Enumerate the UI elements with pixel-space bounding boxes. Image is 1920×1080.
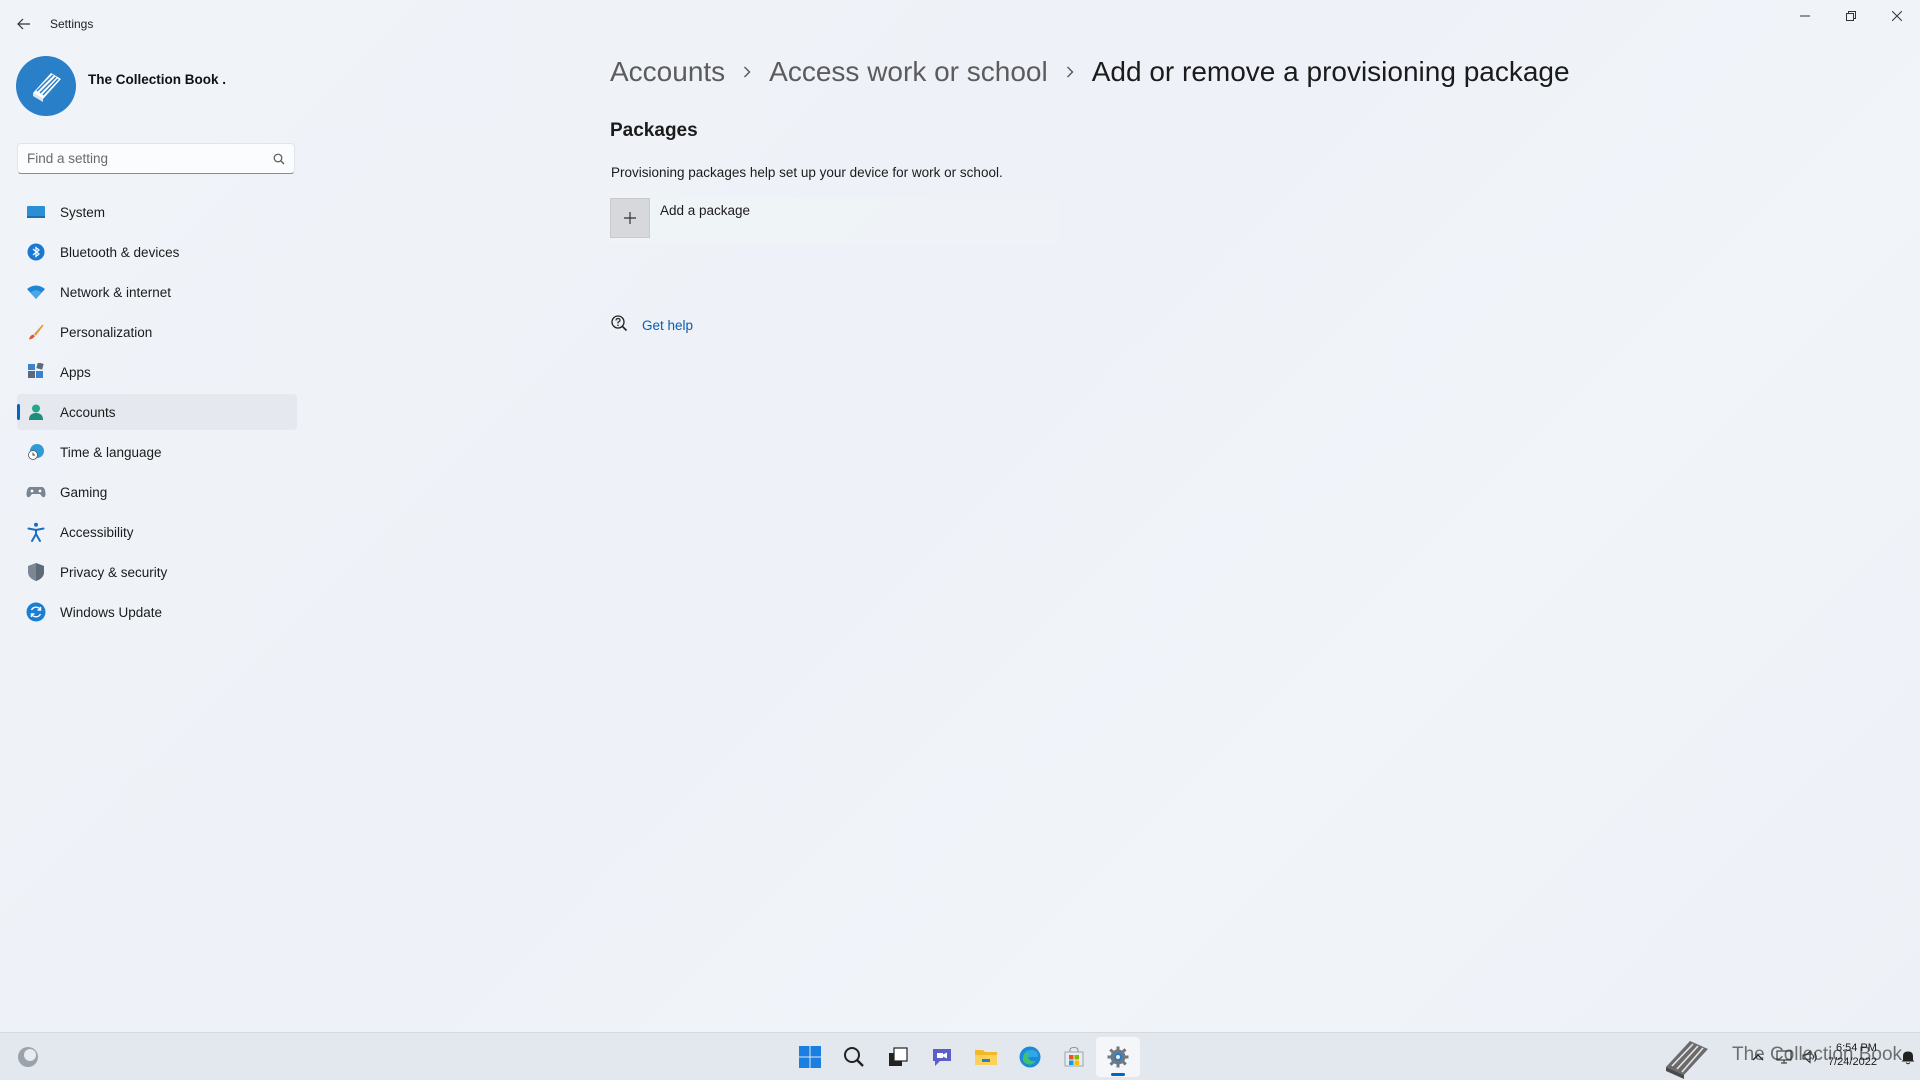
gamepad-icon (25, 481, 47, 503)
sidebar-item-system[interactable]: System (17, 194, 297, 230)
minimize-icon (1800, 15, 1810, 17)
minimize-button[interactable] (1782, 0, 1828, 32)
taskbar-search-button[interactable] (832, 1037, 876, 1077)
system-tray: The Collection Book 6:54 PM 7/24/2022 (1660, 1033, 1920, 1080)
sidebar-item-network[interactable]: Network & internet (17, 274, 297, 310)
settings-app-button[interactable] (1096, 1037, 1140, 1077)
get-help-label: Get help (642, 318, 694, 333)
breadcrumb-access-work-school[interactable]: Access work or school (769, 56, 1048, 88)
page-title: Add or remove a provisioning package (1091, 56, 1570, 87)
tray-icons (1750, 1049, 1818, 1065)
chat-button[interactable] (920, 1037, 964, 1077)
settings-window: Settings The Collection Book . Find a se… (0, 0, 1920, 1032)
gear-icon (1107, 1046, 1129, 1068)
breadcrumb: Accounts Access work or school Add or re… (610, 56, 1570, 88)
accounts-icon (25, 401, 47, 423)
search-input[interactable] (18, 144, 264, 173)
edge-button[interactable] (1008, 1037, 1052, 1077)
back-arrow-icon (17, 18, 30, 30)
volume-icon[interactable] (1802, 1049, 1818, 1065)
windows-logo-icon (799, 1046, 821, 1068)
chevron-right-icon (1066, 66, 1074, 78)
clock[interactable]: 6:54 PM 7/24/2022 (1828, 1041, 1877, 1069)
update-icon (25, 601, 47, 623)
taskbar: The Collection Book 6:54 PM 7/24/2022 (0, 1032, 1920, 1080)
globe-clock-icon (25, 441, 47, 463)
clock-time: 6:54 PM (1835, 1042, 1877, 1054)
widgets-icon[interactable] (16, 1045, 40, 1069)
sidebar-item-privacy[interactable]: Privacy & security (17, 554, 297, 590)
bluetooth-icon (25, 241, 47, 263)
task-view-icon (889, 1047, 908, 1066)
wifi-icon (25, 281, 47, 303)
sidebar-item-accessibility[interactable]: Accessibility (17, 514, 297, 550)
accessibility-icon (25, 521, 47, 543)
book-logo-icon (33, 73, 61, 102)
clock-date: 7/24/2022 (1828, 1056, 1877, 1068)
window-controls (1782, 0, 1920, 32)
network-icon[interactable] (1776, 1049, 1792, 1065)
title-bar: Settings (0, 0, 1920, 48)
search-box (17, 143, 295, 174)
chevron-up-icon[interactable] (1750, 1049, 1766, 1065)
profile-name: The Collection Book . (88, 72, 227, 87)
store-button[interactable] (1052, 1037, 1096, 1077)
folder-icon (975, 1050, 997, 1065)
breadcrumb-accounts[interactable]: Accounts (610, 56, 725, 88)
apps-icon (25, 361, 47, 383)
sidebar-item-gaming[interactable]: Gaming (17, 474, 297, 510)
file-explorer-button[interactable] (964, 1037, 1008, 1077)
brush-icon (25, 321, 47, 343)
add-package-button[interactable]: Add a package (610, 198, 1058, 244)
shield-icon (25, 561, 47, 583)
close-button[interactable] (1874, 0, 1920, 32)
search-icon (844, 1047, 864, 1067)
sidebar-item-time-language[interactable]: Time & language (17, 434, 297, 470)
search-icon[interactable] (264, 153, 294, 165)
close-icon (1892, 11, 1902, 21)
start-button[interactable] (788, 1037, 832, 1077)
get-help-link[interactable]: Get help (610, 314, 693, 337)
system-icon (25, 201, 47, 223)
sidebar-item-accounts[interactable]: Accounts (17, 394, 297, 430)
avatar[interactable] (16, 56, 76, 116)
taskbar-apps (788, 1037, 1140, 1077)
sidebar-item-personalization[interactable]: Personalization (17, 314, 297, 350)
restore-icon (1846, 11, 1856, 21)
add-package-label: Add a package (660, 203, 751, 218)
chevron-right-icon (743, 66, 751, 78)
edge-icon (1019, 1046, 1041, 1068)
sidebar-item-apps[interactable]: Apps (17, 354, 297, 390)
plus-icon (610, 198, 650, 238)
app-title: Settings (50, 17, 94, 31)
book-watermark-icon (1660, 1037, 1714, 1080)
notification-bell-icon[interactable] (1900, 1049, 1916, 1065)
sidebar-item-bluetooth[interactable]: Bluetooth & devices (17, 234, 297, 270)
task-view-button[interactable] (876, 1037, 920, 1077)
packages-description: Provisioning packages help set up your d… (611, 165, 1003, 180)
sidebar-item-windows-update[interactable]: Windows Update (17, 594, 297, 630)
sidebar-nav: System Bluetooth & devices Network & int… (17, 194, 297, 634)
back-button[interactable] (10, 12, 38, 36)
chat-icon (933, 1049, 951, 1066)
store-icon (1064, 1046, 1084, 1067)
section-title-packages: Packages (610, 120, 698, 141)
restore-button[interactable] (1828, 0, 1874, 32)
help-icon (610, 314, 628, 337)
